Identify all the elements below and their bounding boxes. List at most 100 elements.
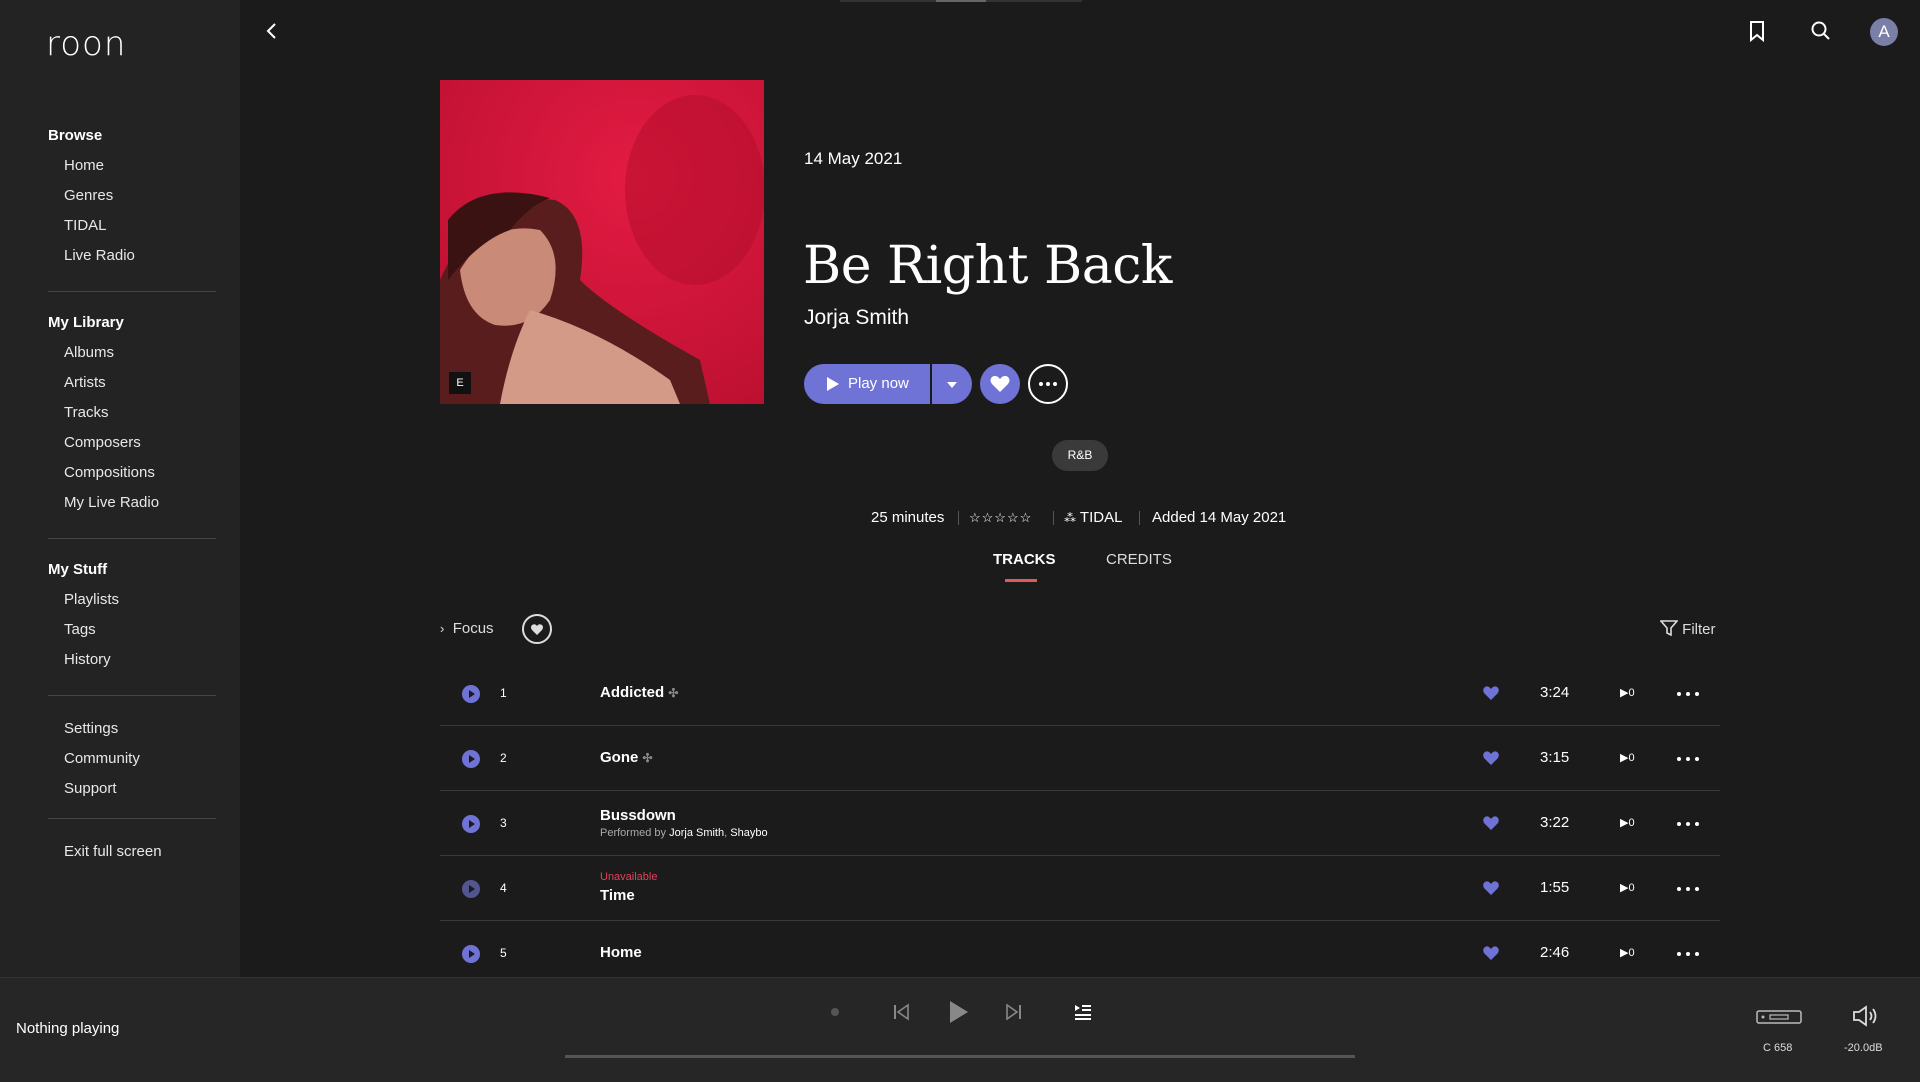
track-title[interactable]: Time bbox=[600, 887, 635, 904]
track-number: 2 bbox=[500, 751, 507, 765]
more-options-button[interactable] bbox=[1028, 364, 1068, 404]
play-count-value: 0 bbox=[1628, 882, 1635, 894]
performer-link[interactable]: Jorja Smith bbox=[669, 827, 724, 839]
volume-level[interactable]: -20.0dB bbox=[1844, 1042, 1883, 1054]
sidebar-item-support[interactable]: Support bbox=[48, 774, 216, 804]
track-row[interactable]: 4 Unavailable Time 1:55 ▶0 bbox=[440, 856, 1720, 921]
ellipsis-icon[interactable] bbox=[1676, 822, 1700, 826]
track-duration: 3:24 bbox=[1540, 684, 1570, 701]
exit-fullscreen-link[interactable]: Exit full screen bbox=[48, 837, 216, 867]
track-row[interactable]: 1 Addicted ✣ 3:24 ▶0 bbox=[440, 661, 1720, 726]
library-section: My Library Albums Artists Tracks Compose… bbox=[48, 308, 216, 518]
track-title-text: Gone bbox=[600, 749, 639, 766]
play-track-icon[interactable] bbox=[462, 750, 480, 768]
track-duration: 1:55 bbox=[1540, 879, 1570, 896]
ellipsis-icon[interactable] bbox=[1676, 757, 1700, 761]
zone-device-name[interactable]: C 658 bbox=[1763, 1042, 1792, 1054]
heart-icon[interactable] bbox=[1482, 944, 1500, 962]
album-cover-art bbox=[440, 80, 764, 404]
ellipsis-icon[interactable] bbox=[1676, 692, 1700, 696]
track-title-text: Addicted bbox=[600, 684, 665, 701]
sidebar-item-tags[interactable]: Tags bbox=[48, 615, 216, 645]
sidebar-item-history[interactable]: History bbox=[48, 645, 216, 675]
next-track-icon[interactable] bbox=[1004, 1002, 1024, 1022]
play-track-icon[interactable] bbox=[462, 685, 480, 703]
tab-tracks[interactable]: TRACKS bbox=[993, 551, 1056, 568]
play-track-icon[interactable] bbox=[462, 815, 480, 833]
play-icon bbox=[827, 377, 839, 391]
volume-icon[interactable] bbox=[1851, 1004, 1881, 1028]
play-track-icon[interactable] bbox=[462, 945, 480, 963]
heart-icon[interactable] bbox=[1482, 684, 1500, 702]
play-track-icon[interactable] bbox=[462, 880, 480, 898]
previous-track-icon[interactable] bbox=[891, 1002, 911, 1022]
sidebar-item-tracks[interactable]: Tracks bbox=[48, 398, 216, 428]
chevron-right-icon: › bbox=[440, 621, 445, 636]
search-icon[interactable] bbox=[1808, 18, 1834, 44]
track-title[interactable]: Bussdown bbox=[600, 807, 676, 824]
ellipsis-icon[interactable] bbox=[1676, 887, 1700, 891]
performer-link[interactable]: Shaybo bbox=[730, 827, 767, 839]
avatar[interactable]: A bbox=[1870, 18, 1898, 46]
track-title[interactable]: Gone ✣ bbox=[600, 749, 653, 766]
radio-indicator-icon[interactable] bbox=[829, 1006, 841, 1018]
focus-favorites-toggle[interactable] bbox=[522, 614, 552, 644]
sidebar-item-community[interactable]: Community bbox=[48, 744, 216, 774]
album-title: Be Right Back bbox=[803, 236, 1172, 296]
focus-button[interactable]: › Focus bbox=[440, 620, 494, 637]
track-duration: 3:15 bbox=[1540, 749, 1570, 766]
added-date: Added 14 May 2021 bbox=[1152, 509, 1287, 526]
album-artist[interactable]: Jorja Smith bbox=[804, 306, 909, 330]
track-title[interactable]: Home bbox=[600, 944, 642, 961]
progress-bar[interactable] bbox=[565, 1055, 1355, 1058]
roon-logo[interactable]: roon bbox=[46, 24, 126, 64]
filter-button[interactable]: Filter bbox=[1659, 620, 1716, 638]
separator bbox=[1139, 511, 1140, 525]
track-row[interactable]: 3 Bussdown Performed by Jorja Smith, Sha… bbox=[440, 791, 1720, 856]
source-tidal[interactable]: ⁂ TIDAL bbox=[1064, 507, 1122, 529]
track-row[interactable]: 5 Home 2:46 ▶0 bbox=[440, 921, 1720, 977]
player-bar bbox=[0, 977, 1920, 1082]
ellipsis-icon[interactable] bbox=[1676, 952, 1700, 956]
separator bbox=[958, 511, 959, 525]
sidebar-item-settings[interactable]: Settings bbox=[48, 714, 216, 744]
misc-section: Settings Community Support bbox=[48, 714, 216, 804]
stuff-heading: My Stuff bbox=[48, 561, 108, 578]
queue-icon[interactable] bbox=[1073, 1003, 1093, 1021]
play-icon[interactable] bbox=[944, 998, 972, 1026]
back-icon[interactable] bbox=[262, 20, 282, 42]
divider bbox=[48, 818, 216, 819]
filter-icon bbox=[1659, 620, 1679, 637]
heart-icon[interactable] bbox=[1482, 749, 1500, 767]
sidebar-item-composers[interactable]: Composers bbox=[48, 428, 216, 458]
tidal-icon: ✣ bbox=[642, 751, 653, 765]
sidebar-item-artists[interactable]: Artists bbox=[48, 368, 216, 398]
sidebar-item-my-live-radio[interactable]: My Live Radio bbox=[48, 488, 216, 518]
play-options-dropdown[interactable] bbox=[932, 364, 972, 404]
track-row[interactable]: 2 Gone ✣ 3:15 ▶0 bbox=[440, 726, 1720, 791]
sidebar-item-tidal[interactable]: TIDAL bbox=[48, 211, 216, 241]
sidebar-item-playlists[interactable]: Playlists bbox=[48, 585, 216, 615]
rating-stars[interactable]: ☆☆☆☆☆ bbox=[969, 507, 1032, 529]
sidebar-item-genres[interactable]: Genres bbox=[48, 181, 216, 211]
sidebar-item-albums[interactable]: Albums bbox=[48, 338, 216, 368]
track-duration: 2:46 bbox=[1540, 944, 1570, 961]
favorite-button[interactable] bbox=[980, 364, 1020, 404]
exit-section: Exit full screen bbox=[48, 837, 216, 867]
track-duration: 3:22 bbox=[1540, 814, 1570, 831]
play-now-button[interactable]: Play now bbox=[804, 364, 930, 404]
play-count: ▶0 bbox=[1620, 817, 1635, 829]
tab-credits[interactable]: CREDITS bbox=[1106, 551, 1172, 568]
sidebar-item-compositions[interactable]: Compositions bbox=[48, 458, 216, 488]
genre-tag[interactable]: R&B bbox=[1052, 440, 1108, 471]
heart-icon[interactable] bbox=[1482, 879, 1500, 897]
sidebar-item-live-radio[interactable]: Live Radio bbox=[48, 241, 216, 271]
active-tab-indicator bbox=[1005, 579, 1037, 582]
heart-icon[interactable] bbox=[1482, 814, 1500, 832]
sidebar-item-home[interactable]: Home bbox=[48, 151, 216, 181]
performers-prefix: Performed by bbox=[600, 827, 667, 839]
device-icon[interactable] bbox=[1756, 1009, 1802, 1025]
bookmark-icon[interactable] bbox=[1744, 18, 1770, 44]
sidebar: roon Browse Home Genres TIDAL Live Radio… bbox=[0, 0, 240, 977]
track-title[interactable]: Addicted ✣ bbox=[600, 684, 678, 701]
